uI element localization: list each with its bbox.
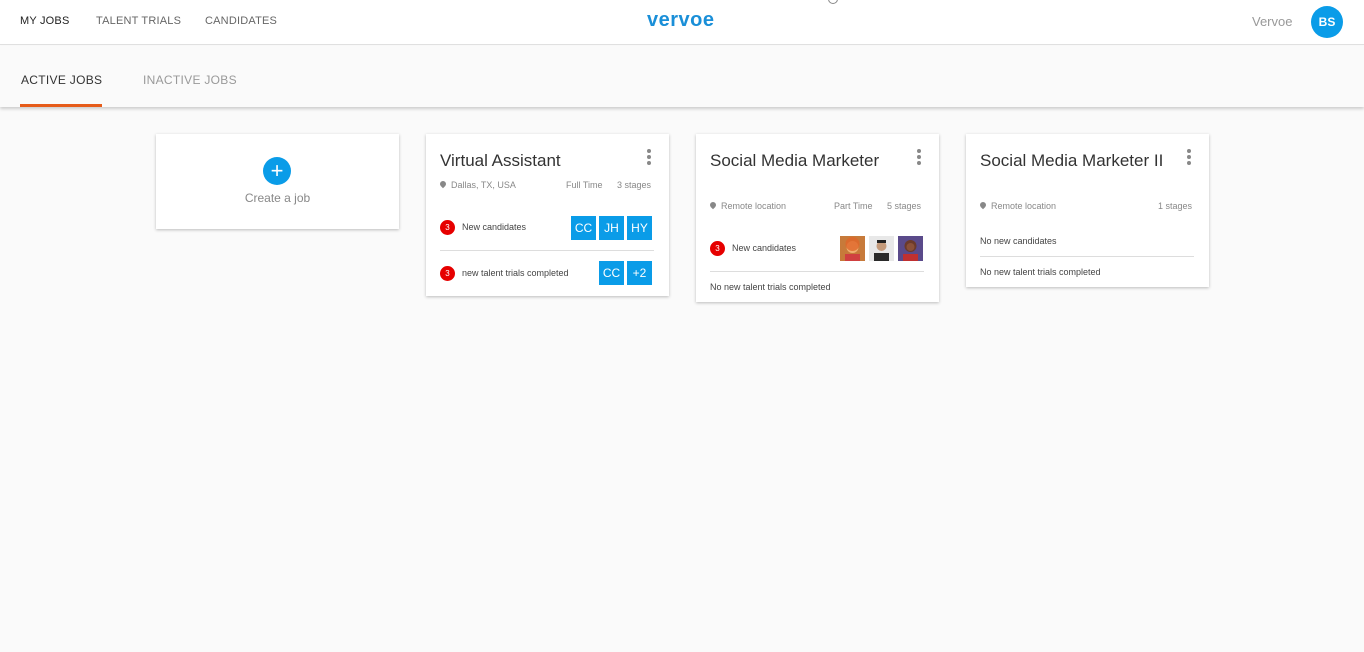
nav-talent-trials[interactable]: TALENT TRIALS [96,15,181,27]
nav-candidates[interactable]: CANDIDATES [205,15,277,27]
job-location: Remote location [978,200,1056,211]
new-candidates-row: 3 New candidates [710,241,796,256]
trial-more-chip[interactable]: +2 [627,261,652,285]
job-location: Remote location [708,200,786,211]
talent-trials-row: 3 new talent trials completed [440,266,569,281]
create-job-label: Create a job [244,191,311,205]
more-options-icon[interactable] [647,149,651,165]
job-card-social-media-marketer[interactable]: Social Media Marketer Remote location Pa… [696,134,939,302]
user-avatar[interactable]: BS [1311,6,1343,38]
more-options-icon[interactable] [917,149,921,165]
tab-active-jobs[interactable]: ACTIVE JOBS [21,73,102,87]
location-pin-icon [438,179,448,189]
job-title[interactable]: Social Media Marketer [710,150,900,171]
location-pin-icon [978,200,988,210]
new-candidates-count: 3 [440,220,455,235]
tab-inactive-jobs[interactable]: INACTIVE JOBS [143,73,237,87]
job-card-social-media-marketer-ii[interactable]: Social Media Marketer II Remote location… [966,134,1209,287]
more-options-icon[interactable] [1187,149,1191,165]
create-job-card[interactable]: + Create a job [156,134,399,229]
job-stages: 3 stages [617,180,652,190]
job-type: Full Time [566,180,603,190]
candidate-photo[interactable] [840,236,865,261]
active-tab-indicator [20,104,102,107]
talent-trials-row: No new talent trials completed [710,282,831,292]
job-title[interactable]: Virtual Assistant [440,150,630,171]
divider [980,256,1194,257]
vervoe-logo[interactable]: vervoe [647,9,715,32]
talent-trials-row: No new talent trials completed [980,267,1101,277]
nav-my-jobs[interactable]: MY JOBS [20,15,70,27]
location-pin-icon [708,200,718,210]
top-nav: MY JOBS TALENT TRIALS CANDIDATES vervoe … [0,0,1364,45]
divider [710,271,924,272]
org-name[interactable]: Vervoe [1252,14,1292,29]
job-card-virtual-assistant[interactable]: Virtual Assistant Dallas, TX, USA Full T… [426,134,669,296]
candidate-photo[interactable] [869,236,894,261]
candidate-chip[interactable]: JH [599,216,624,240]
job-tabs: ACTIVE JOBS INACTIVE JOBS [0,46,1364,107]
logo-mark-icon [828,0,838,4]
new-candidates-count: 3 [710,241,725,256]
divider [440,250,654,251]
job-stages: 5 stages [887,201,922,211]
new-candidates-row: 3 New candidates [440,220,526,235]
candidate-chip[interactable]: CC [571,216,596,240]
candidate-photo[interactable] [898,236,923,261]
plus-icon[interactable]: + [263,157,291,185]
talent-trials-count: 3 [440,266,455,281]
new-candidates-row: No new candidates [980,236,1057,246]
job-stages: 1 stages [1158,201,1193,211]
candidate-chip[interactable]: HY [627,216,652,240]
job-title[interactable]: Social Media Marketer II [980,150,1170,171]
job-location: Dallas, TX, USA [438,179,516,190]
job-type: Part Time [834,201,873,211]
trial-chip[interactable]: CC [599,261,624,285]
